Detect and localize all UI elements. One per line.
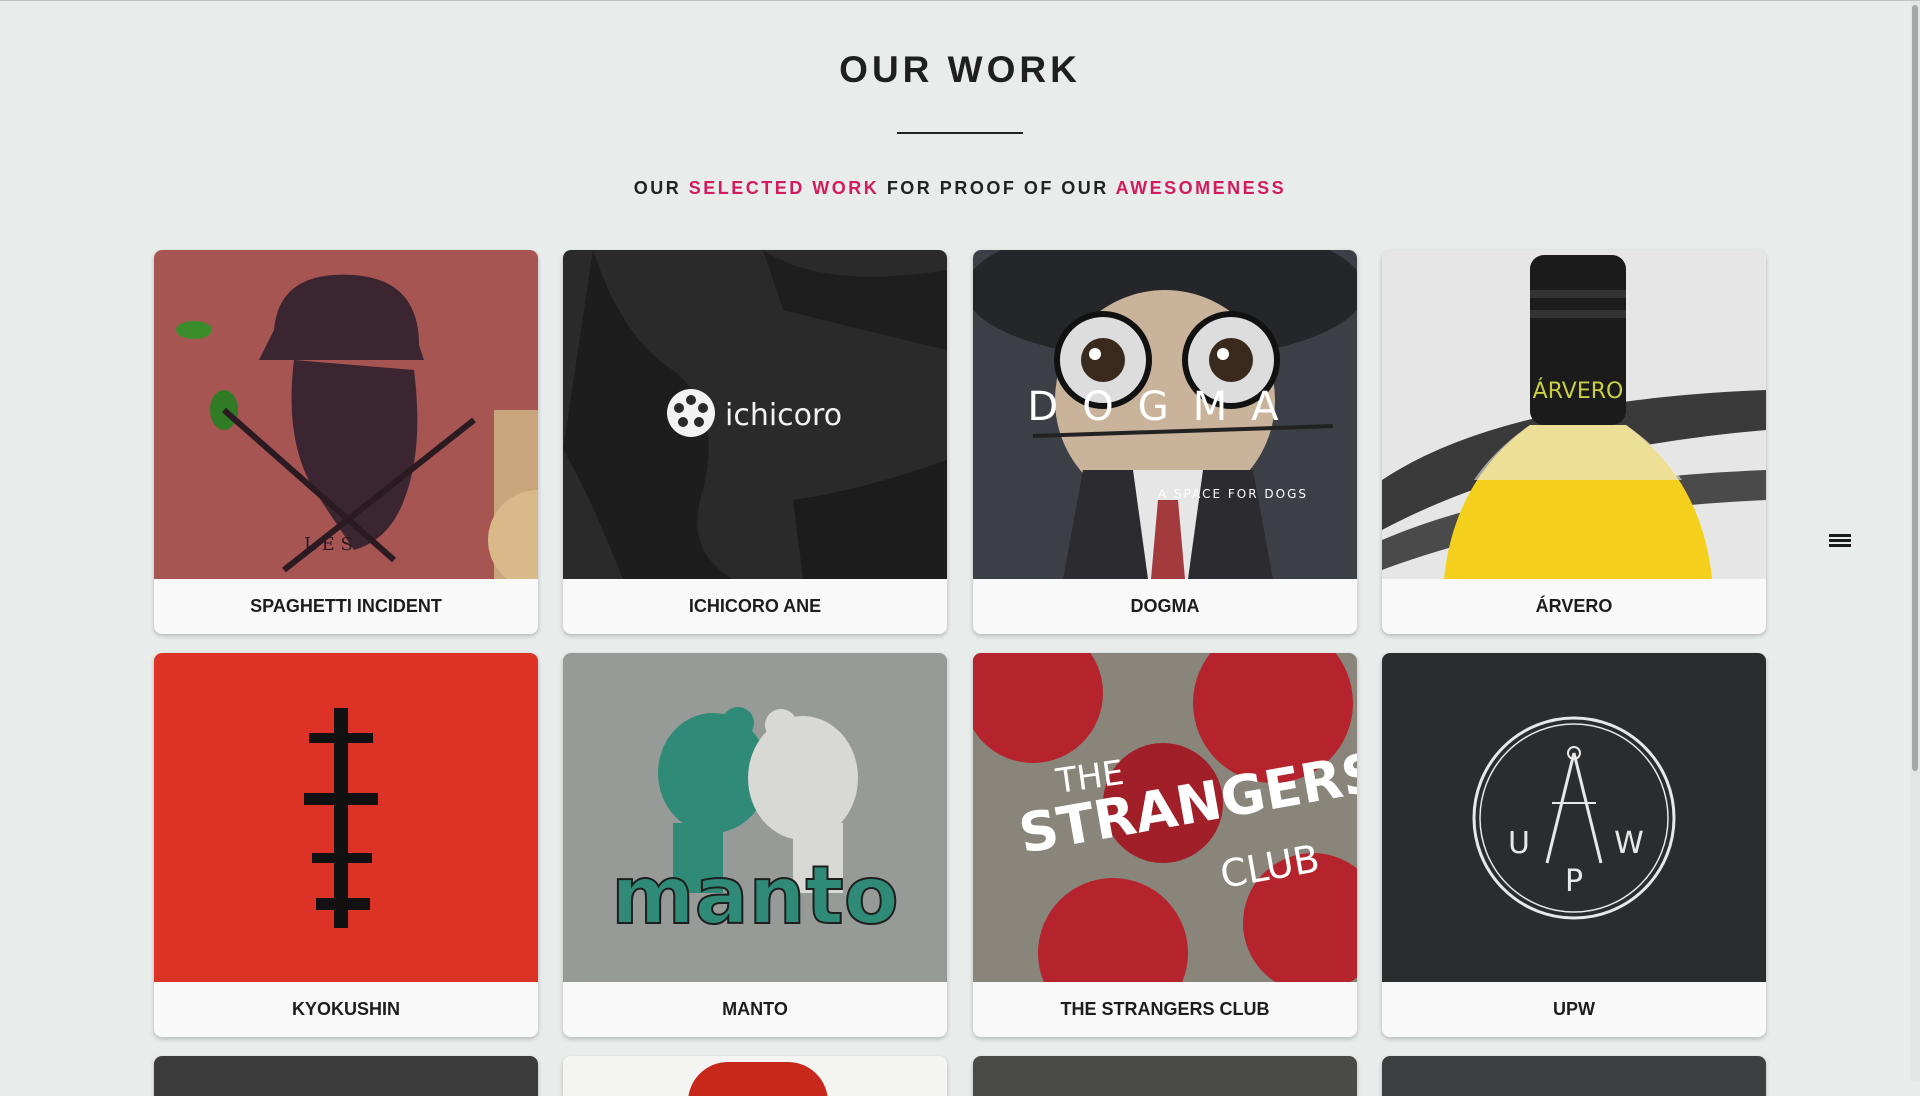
project-label: ÁRVERO [1535,596,1613,616]
project-image-dogma: DOGMA A SPACE FOR DOGS [973,250,1357,579]
project-image-kyokushin [154,653,538,982]
subtitle-accent-1: SELECTED WORK [688,178,880,198]
page-scrollbar[interactable] [1910,1,1920,1081]
project-card-manto[interactable]: manto MANTO [563,653,947,1037]
partial-image-red-shape [688,1062,828,1096]
project-card-ichicoro-ane[interactable]: ichicoro ICHICORO ANE [563,250,947,634]
project-card-arvero[interactable]: ÁRVERO ÁRVERO [1382,250,1766,634]
project-card-dogma[interactable]: DOGMA A SPACE FOR DOGS DOGMA [973,250,1357,634]
manto-logo-text: manto [611,849,899,942]
scrollbar-thumb[interactable] [1912,5,1918,771]
project-image-upw: U P W [1382,653,1766,982]
project-label: ICHICORO ANE [688,596,822,616]
page-title: OUR WORK [839,49,1081,90]
project-card-partial-1[interactable] [154,1056,538,1096]
arvero-logo-text: ÁRVERO [1533,378,1624,404]
subtitle-accent-2: AWESOMENESS [1115,178,1287,198]
dogma-logo-text: DOGMA [1027,384,1302,430]
upw-logo-p: P [1565,864,1583,899]
project-card-spaghetti-incident[interactable]: L E S SPAGHETTI INCIDENT [154,250,538,634]
spaghetti-logo-text: L E S [304,534,353,555]
subtitle-part-1: OUR [633,178,689,198]
ichicoro-logo-text: ichicoro [725,398,842,433]
upw-logo-w: W [1614,826,1644,861]
project-card-the-strangers-club[interactable]: THE STRANGERS CLUB THE STRANGERS CLUB [973,653,1357,1037]
project-card-kyokushin[interactable]: KYOKUSHIN [154,653,538,1037]
subtitle-part-2: FOR PROOF OF OUR [879,178,1116,198]
project-label: UPW [1553,999,1595,1019]
project-label: SPAGHETTI INCIDENT [250,596,442,616]
project-label: MANTO [722,999,788,1019]
upw-logo-u: U [1508,826,1530,861]
project-card-partial-2[interactable] [563,1056,947,1096]
project-image-ichicoro-ane: ichicoro [563,250,947,579]
project-image-the-strangers-club: THE STRANGERS CLUB [973,653,1357,982]
dogma-tagline: A SPACE FOR DOGS [1158,487,1308,501]
project-card-upw[interactable]: U P W UPW [1382,653,1766,1037]
hamburger-menu-icon[interactable] [1829,534,1851,548]
project-image-arvero: ÁRVERO [1382,250,1766,579]
project-card-partial-4[interactable] [1382,1056,1766,1096]
project-label: THE STRANGERS CLUB [1060,999,1270,1019]
project-label: DOGMA [1130,596,1200,616]
project-image-spaghetti-incident: L E S [154,250,538,579]
project-image-manto: manto [563,653,947,982]
project-label: KYOKUSHIN [291,999,400,1019]
page-subtitle: OUR SELECTED WORK FOR PROOF OF OUR AWESO… [0,178,1920,199]
title-divider [897,132,1023,134]
project-card-partial-3[interactable] [973,1056,1357,1096]
